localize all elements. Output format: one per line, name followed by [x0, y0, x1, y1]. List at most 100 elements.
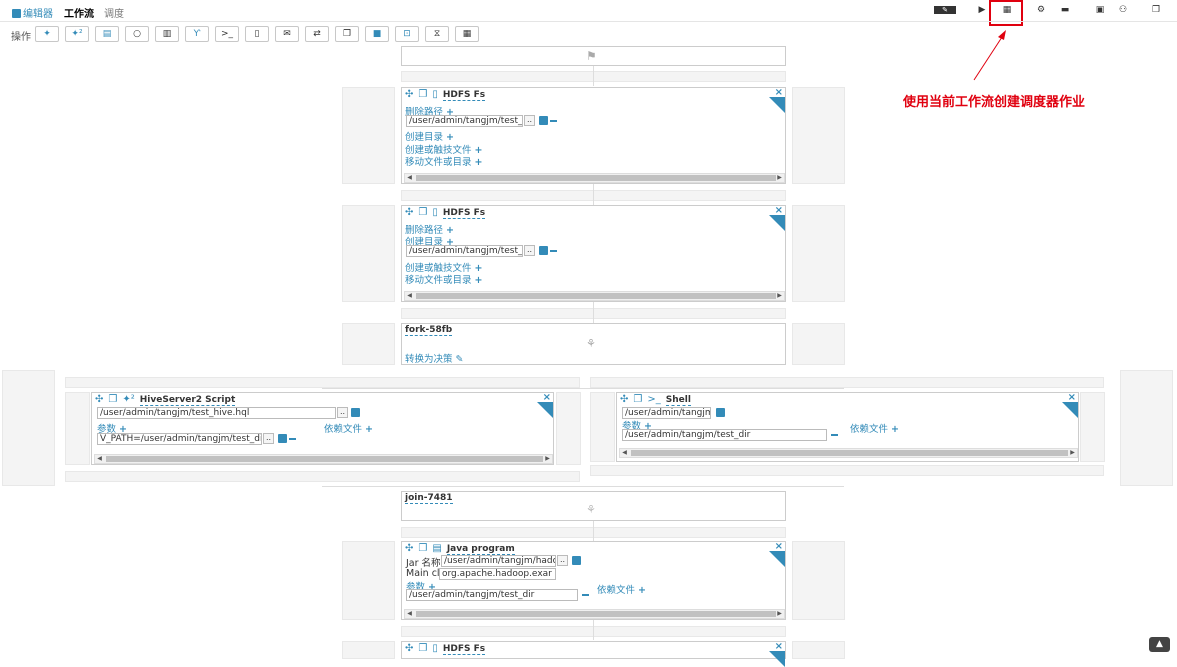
drop-zone-left[interactable] — [342, 541, 395, 620]
timer-icon[interactable]: ⧖ — [425, 26, 449, 42]
browse-button[interactable]: .. — [524, 245, 535, 256]
browse-button[interactable]: .. — [337, 407, 348, 418]
settings-corner[interactable] — [769, 551, 785, 567]
edit-icon[interactable] — [539, 116, 548, 125]
move-link[interactable]: 移动文件或目录 + — [405, 154, 482, 168]
hdfs-node-2[interactable]: ✣ ❐ ▯ HDFS Fs × 删除路径 + 创建目录 + /user/admin/tan… — [401, 205, 786, 302]
drop-zone-right[interactable] — [792, 541, 845, 620]
pig-icon[interactable]: ▤ — [95, 26, 119, 42]
drop-zone[interactable] — [65, 377, 580, 388]
edit-icon[interactable] — [539, 246, 548, 255]
copy-icon[interactable]: ❐ — [1145, 3, 1167, 17]
horizontal-scrollbar[interactable]: ◀ ▶ — [404, 291, 785, 301]
remove-icon[interactable] — [831, 434, 838, 436]
drop-zone-left[interactable] — [342, 205, 395, 302]
copy-node-icon[interactable]: ❐ — [335, 26, 359, 42]
copy-icon[interactable]: ❐ — [108, 394, 117, 405]
fork-node[interactable]: fork-58fb ⚘ 转换为决策 ✎ — [401, 323, 786, 365]
horizontal-scrollbar[interactable]: ◀ ▶ — [619, 448, 1078, 458]
stop-icon[interactable]: ■ — [365, 26, 389, 42]
users-icon[interactable]: ⚇ — [1112, 3, 1134, 17]
edit-icon[interactable] — [572, 556, 581, 565]
gear-icon[interactable]: ⚙ — [1030, 3, 1052, 17]
move-icon[interactable]: ✣ — [405, 89, 413, 100]
node-title[interactable]: join-7481 — [405, 493, 453, 504]
edit-icon[interactable] — [351, 408, 360, 417]
drop-zone-far-right[interactable] — [1120, 370, 1173, 486]
pencil-icon[interactable]: ✎ — [934, 6, 956, 14]
tab-workflow[interactable]: 工作流 — [64, 5, 94, 20]
copy-icon[interactable]: ❐ — [418, 89, 427, 100]
drop-zone[interactable] — [590, 377, 1104, 388]
browse-button[interactable]: .. — [524, 115, 535, 126]
convert-to-decision-link[interactable]: 转换为决策 ✎ — [405, 351, 463, 365]
drop-zone-left[interactable] — [65, 392, 90, 465]
join-node[interactable]: join-7481 ⚘ — [401, 491, 786, 521]
horizontal-scrollbar[interactable]: ◀ ▶ — [404, 609, 785, 619]
mkdir-path-input[interactable]: /user/admin/tangjm/test_d — [406, 245, 523, 257]
copy-icon[interactable]: ❐ — [418, 643, 427, 654]
node-title[interactable]: fork-58fb — [405, 325, 453, 336]
browse-button[interactable]: .. — [557, 555, 568, 566]
remove-icon[interactable] — [582, 594, 589, 596]
drop-zone-right[interactable] — [792, 323, 845, 365]
move-icon[interactable]: ✣ — [95, 394, 103, 405]
email-icon[interactable]: ✉ — [275, 26, 299, 42]
drop-zone-far-left[interactable] — [2, 370, 55, 486]
hdfs-node-3[interactable]: ✣ ❐ ▯ HDFS Fs × — [401, 641, 786, 667]
settings-corner[interactable] — [769, 97, 785, 113]
folder-icon[interactable]: ▬ — [1054, 3, 1076, 17]
drop-zone-left[interactable] — [342, 323, 395, 365]
hive-icon[interactable]: ✦ — [35, 26, 59, 42]
move-icon[interactable]: ✣ — [405, 207, 413, 218]
drop-zone-right[interactable] — [556, 392, 581, 465]
hive2-icon[interactable]: ✦² — [65, 26, 89, 42]
scroll-top-button[interactable]: ▲ — [1149, 637, 1170, 652]
java-icon[interactable]: ⊡ — [395, 26, 419, 42]
move-icon[interactable]: ✣ — [405, 543, 413, 554]
settings-corner[interactable] — [769, 215, 785, 231]
node-title[interactable]: HDFS Fs — [442, 90, 486, 101]
node-title[interactable]: HiveServer2 Script — [139, 395, 236, 406]
tab-editor[interactable]: 编辑器 — [12, 5, 53, 20]
save-icon[interactable]: ▣ — [1089, 3, 1111, 17]
drop-zone-left[interactable] — [342, 641, 395, 659]
sqoop-icon[interactable]: ▥ — [155, 26, 179, 42]
main-class-input[interactable]: org.apache.hadoop.exar — [439, 568, 556, 580]
jar-path-input[interactable]: /user/admin/tangjm/hado — [441, 555, 556, 567]
drop-zone-right[interactable] — [792, 641, 845, 659]
distcp-icon[interactable]: ⇄ — [305, 26, 329, 42]
hive-node[interactable]: ✣ ❐ ✦² HiveServer2 Script × /user/admin/tan… — [91, 392, 554, 465]
settings-corner[interactable] — [1062, 402, 1078, 418]
node-title[interactable]: Shell — [665, 395, 691, 406]
node-title[interactable]: HDFS Fs — [442, 644, 486, 655]
copy-icon[interactable]: ❐ — [418, 207, 427, 218]
hdfs-node-1[interactable]: ✣ ❐ ▯ HDFS Fs × 删除路径 + /user/admin/tangjm/te… — [401, 87, 786, 184]
delete-path-input[interactable]: /user/admin/tangjm/test_d — [406, 115, 523, 127]
shell-node[interactable]: ✣ ❐ >_ Shell × /user/admin/tangjm 参数 + /user… — [616, 392, 1079, 462]
files-link[interactable]: 依赖文件 + — [850, 421, 899, 435]
settings-corner[interactable] — [537, 402, 553, 418]
param-input[interactable]: /user/admin/tangjm/test_dir — [406, 589, 578, 601]
move-icon[interactable]: ✣ — [620, 394, 628, 405]
files-link[interactable]: 依赖文件 + — [597, 582, 646, 596]
copy-icon[interactable]: ❐ — [633, 394, 642, 405]
copy-icon[interactable]: ❐ — [418, 543, 427, 554]
drop-zone-left[interactable] — [342, 87, 395, 184]
drop-zone-right[interactable] — [1080, 392, 1105, 462]
drop-zone-right[interactable] — [792, 205, 845, 302]
spark-icon[interactable]: ○ — [125, 26, 149, 42]
shell-icon[interactable]: >_ — [215, 26, 239, 42]
node-title[interactable]: Java program — [446, 544, 515, 555]
tab-schedule[interactable]: 调度 — [104, 5, 124, 20]
move-icon[interactable]: ✣ — [405, 643, 413, 654]
drop-zone-right[interactable] — [792, 87, 845, 184]
fork-icon[interactable]: Ƴ — [185, 26, 209, 42]
java-node[interactable]: ✣ ❐ ▤ Java program × Jar 名称 /user/admin/tan… — [401, 541, 786, 620]
horizontal-scrollbar[interactable]: ◀ ▶ — [94, 454, 553, 464]
remove-icon[interactable] — [550, 120, 557, 122]
mkdir-link[interactable]: 创建目录 + — [405, 129, 454, 143]
drop-zone[interactable] — [590, 465, 1104, 476]
horizontal-scrollbar[interactable]: ◀ ▶ — [404, 173, 785, 183]
param-input[interactable]: /user/admin/tangjm/test_dir — [622, 429, 827, 441]
